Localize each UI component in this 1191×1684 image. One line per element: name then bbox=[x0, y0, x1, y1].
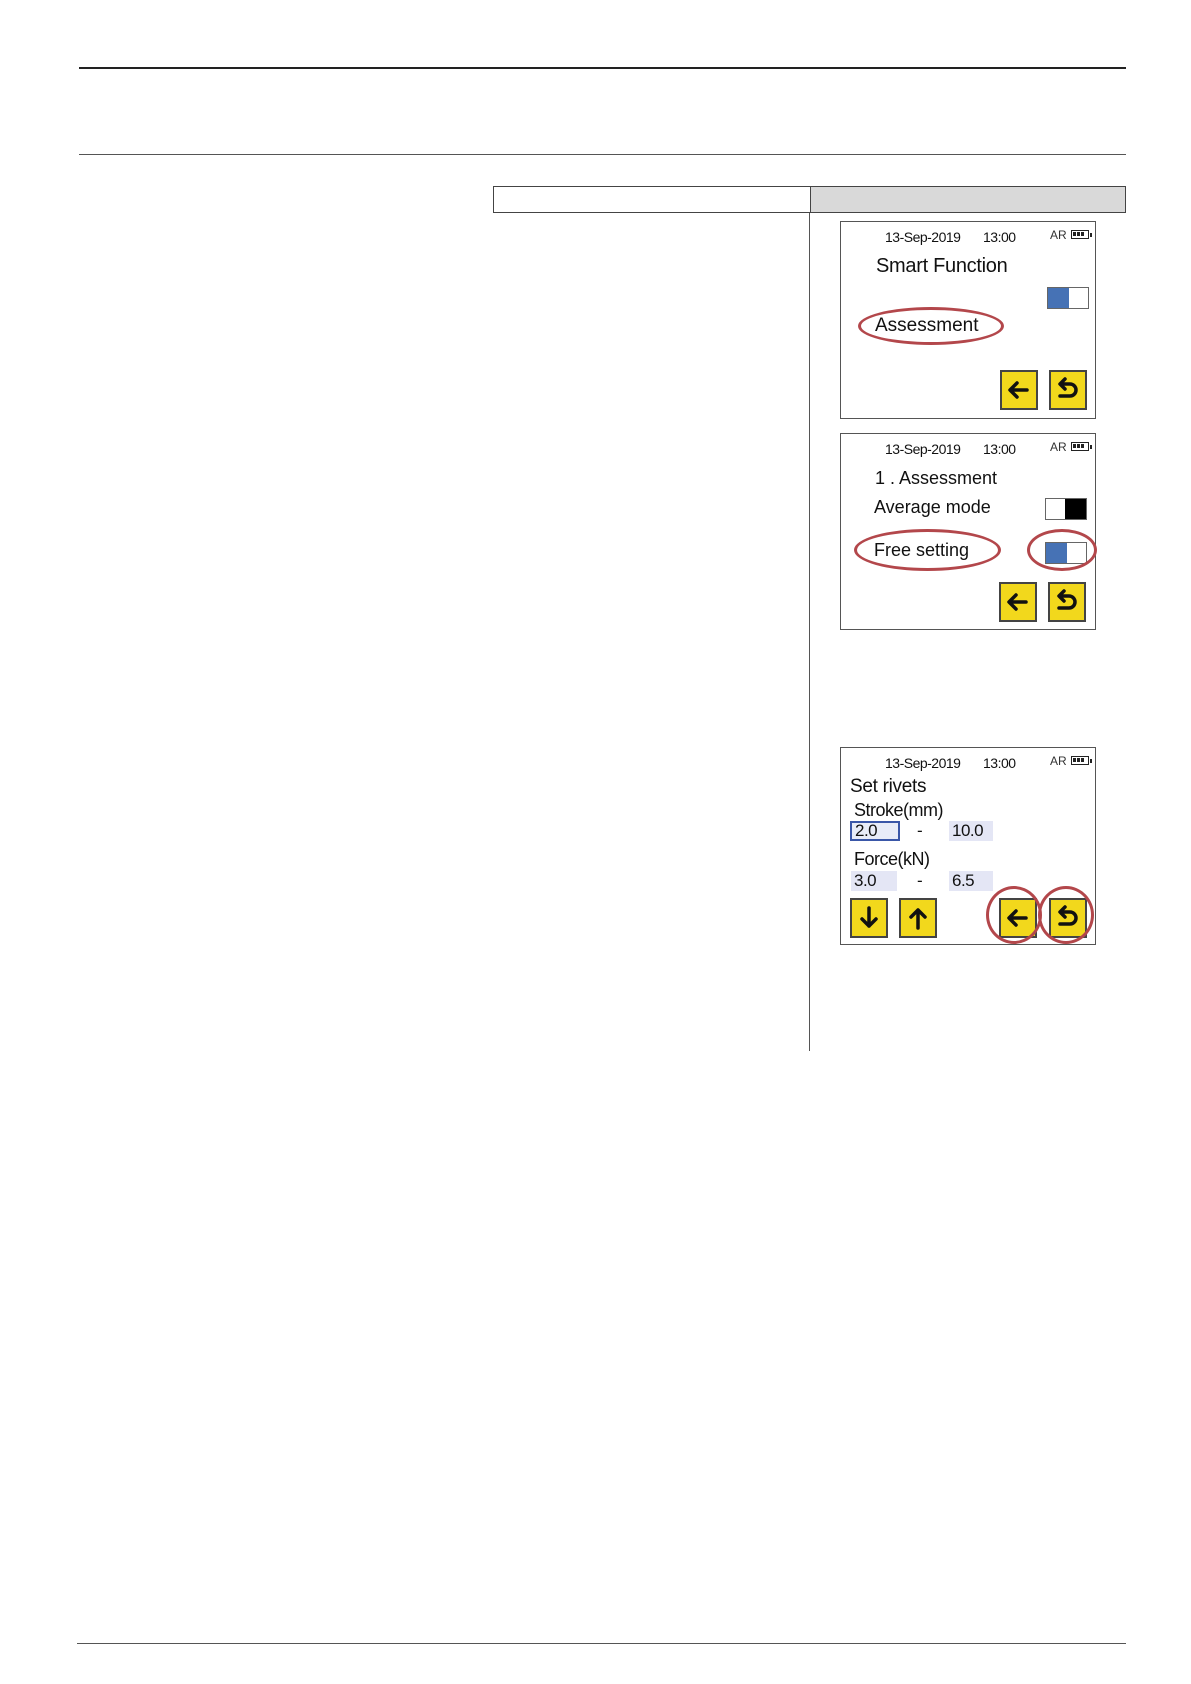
stroke-min-field[interactable]: 2.0 bbox=[850, 821, 900, 841]
battery-icon bbox=[1071, 230, 1092, 239]
toggle-knob bbox=[1065, 499, 1086, 519]
return-button[interactable] bbox=[1048, 582, 1086, 622]
down-button[interactable] bbox=[850, 898, 888, 938]
arrow-down-icon bbox=[860, 906, 878, 928]
arrow-left-icon bbox=[1007, 593, 1028, 611]
average-mode-toggle[interactable] bbox=[1045, 498, 1087, 520]
arrow-left-icon bbox=[1007, 909, 1028, 927]
force-min-field[interactable]: 3.0 bbox=[851, 871, 897, 891]
status-date: 13-Sep-2019 bbox=[885, 755, 961, 771]
stroke-range-separator: - bbox=[917, 821, 923, 840]
table-header-left-cell bbox=[494, 187, 811, 212]
return-icon bbox=[1058, 905, 1078, 926]
screen-title: Set rivets bbox=[850, 776, 927, 797]
table-column-divider bbox=[809, 213, 810, 1051]
force-max-field[interactable]: 6.5 bbox=[949, 871, 993, 891]
back-button[interactable] bbox=[1000, 370, 1038, 410]
free-setting-label[interactable]: Free setting bbox=[874, 540, 969, 561]
status-mode: AR bbox=[1050, 440, 1067, 454]
status-mode: AR bbox=[1050, 754, 1067, 768]
toggle-knob bbox=[1048, 288, 1069, 308]
device-screen-assessment: 13-Sep-2019 13:00 AR 1 . Assessment Aver… bbox=[840, 433, 1097, 630]
screen-title: Smart Function bbox=[876, 255, 1008, 277]
average-mode-label: Average mode bbox=[874, 497, 991, 517]
arrow-left-icon bbox=[1008, 381, 1029, 399]
status-bar: 13-Sep-2019 13:00 AR bbox=[841, 754, 1095, 771]
screen-title: 1 . Assessment bbox=[875, 468, 998, 488]
status-bar: 13-Sep-2019 13:00 AR bbox=[841, 228, 1095, 245]
battery-icon bbox=[1071, 442, 1092, 451]
up-button[interactable] bbox=[899, 898, 937, 938]
arrow-up-icon bbox=[909, 908, 927, 930]
battery-icon bbox=[1071, 756, 1092, 765]
status-time: 13:00 bbox=[983, 441, 1016, 457]
force-range-separator: - bbox=[917, 871, 923, 890]
status-mode: AR bbox=[1050, 228, 1067, 242]
table-header bbox=[493, 186, 1126, 213]
stroke-label: Stroke(mm) bbox=[854, 800, 944, 820]
header-rule bbox=[79, 154, 1126, 155]
stroke-max-field[interactable]: 10.0 bbox=[949, 821, 993, 841]
free-setting-toggle[interactable] bbox=[1045, 542, 1087, 564]
status-bar: 13-Sep-2019 13:00 AR bbox=[841, 440, 1095, 457]
footer-rule bbox=[77, 1643, 1126, 1644]
device-screen-smart-function: 13-Sep-2019 13:00 AR Smart Function Asse… bbox=[840, 221, 1096, 419]
top-rule bbox=[79, 67, 1126, 69]
toggle-knob bbox=[1046, 543, 1067, 563]
menu-item-assessment[interactable]: Assessment bbox=[875, 315, 978, 337]
device-screen-set-rivets: 13-Sep-2019 13:00 AR Set rivets Stroke(m… bbox=[840, 747, 1096, 945]
status-time: 13:00 bbox=[983, 755, 1016, 771]
status-time: 13:00 bbox=[983, 229, 1016, 245]
return-button[interactable] bbox=[1049, 898, 1087, 938]
smart-function-toggle[interactable] bbox=[1047, 287, 1089, 309]
force-label: Force(kN) bbox=[854, 849, 930, 869]
status-date: 13-Sep-2019 bbox=[885, 441, 961, 457]
back-button[interactable] bbox=[999, 898, 1037, 938]
return-icon bbox=[1057, 589, 1077, 610]
back-button[interactable] bbox=[999, 582, 1037, 622]
return-icon bbox=[1058, 377, 1078, 398]
status-date: 13-Sep-2019 bbox=[885, 229, 961, 245]
table-header-right-cell bbox=[811, 187, 1125, 212]
return-button[interactable] bbox=[1049, 370, 1087, 410]
